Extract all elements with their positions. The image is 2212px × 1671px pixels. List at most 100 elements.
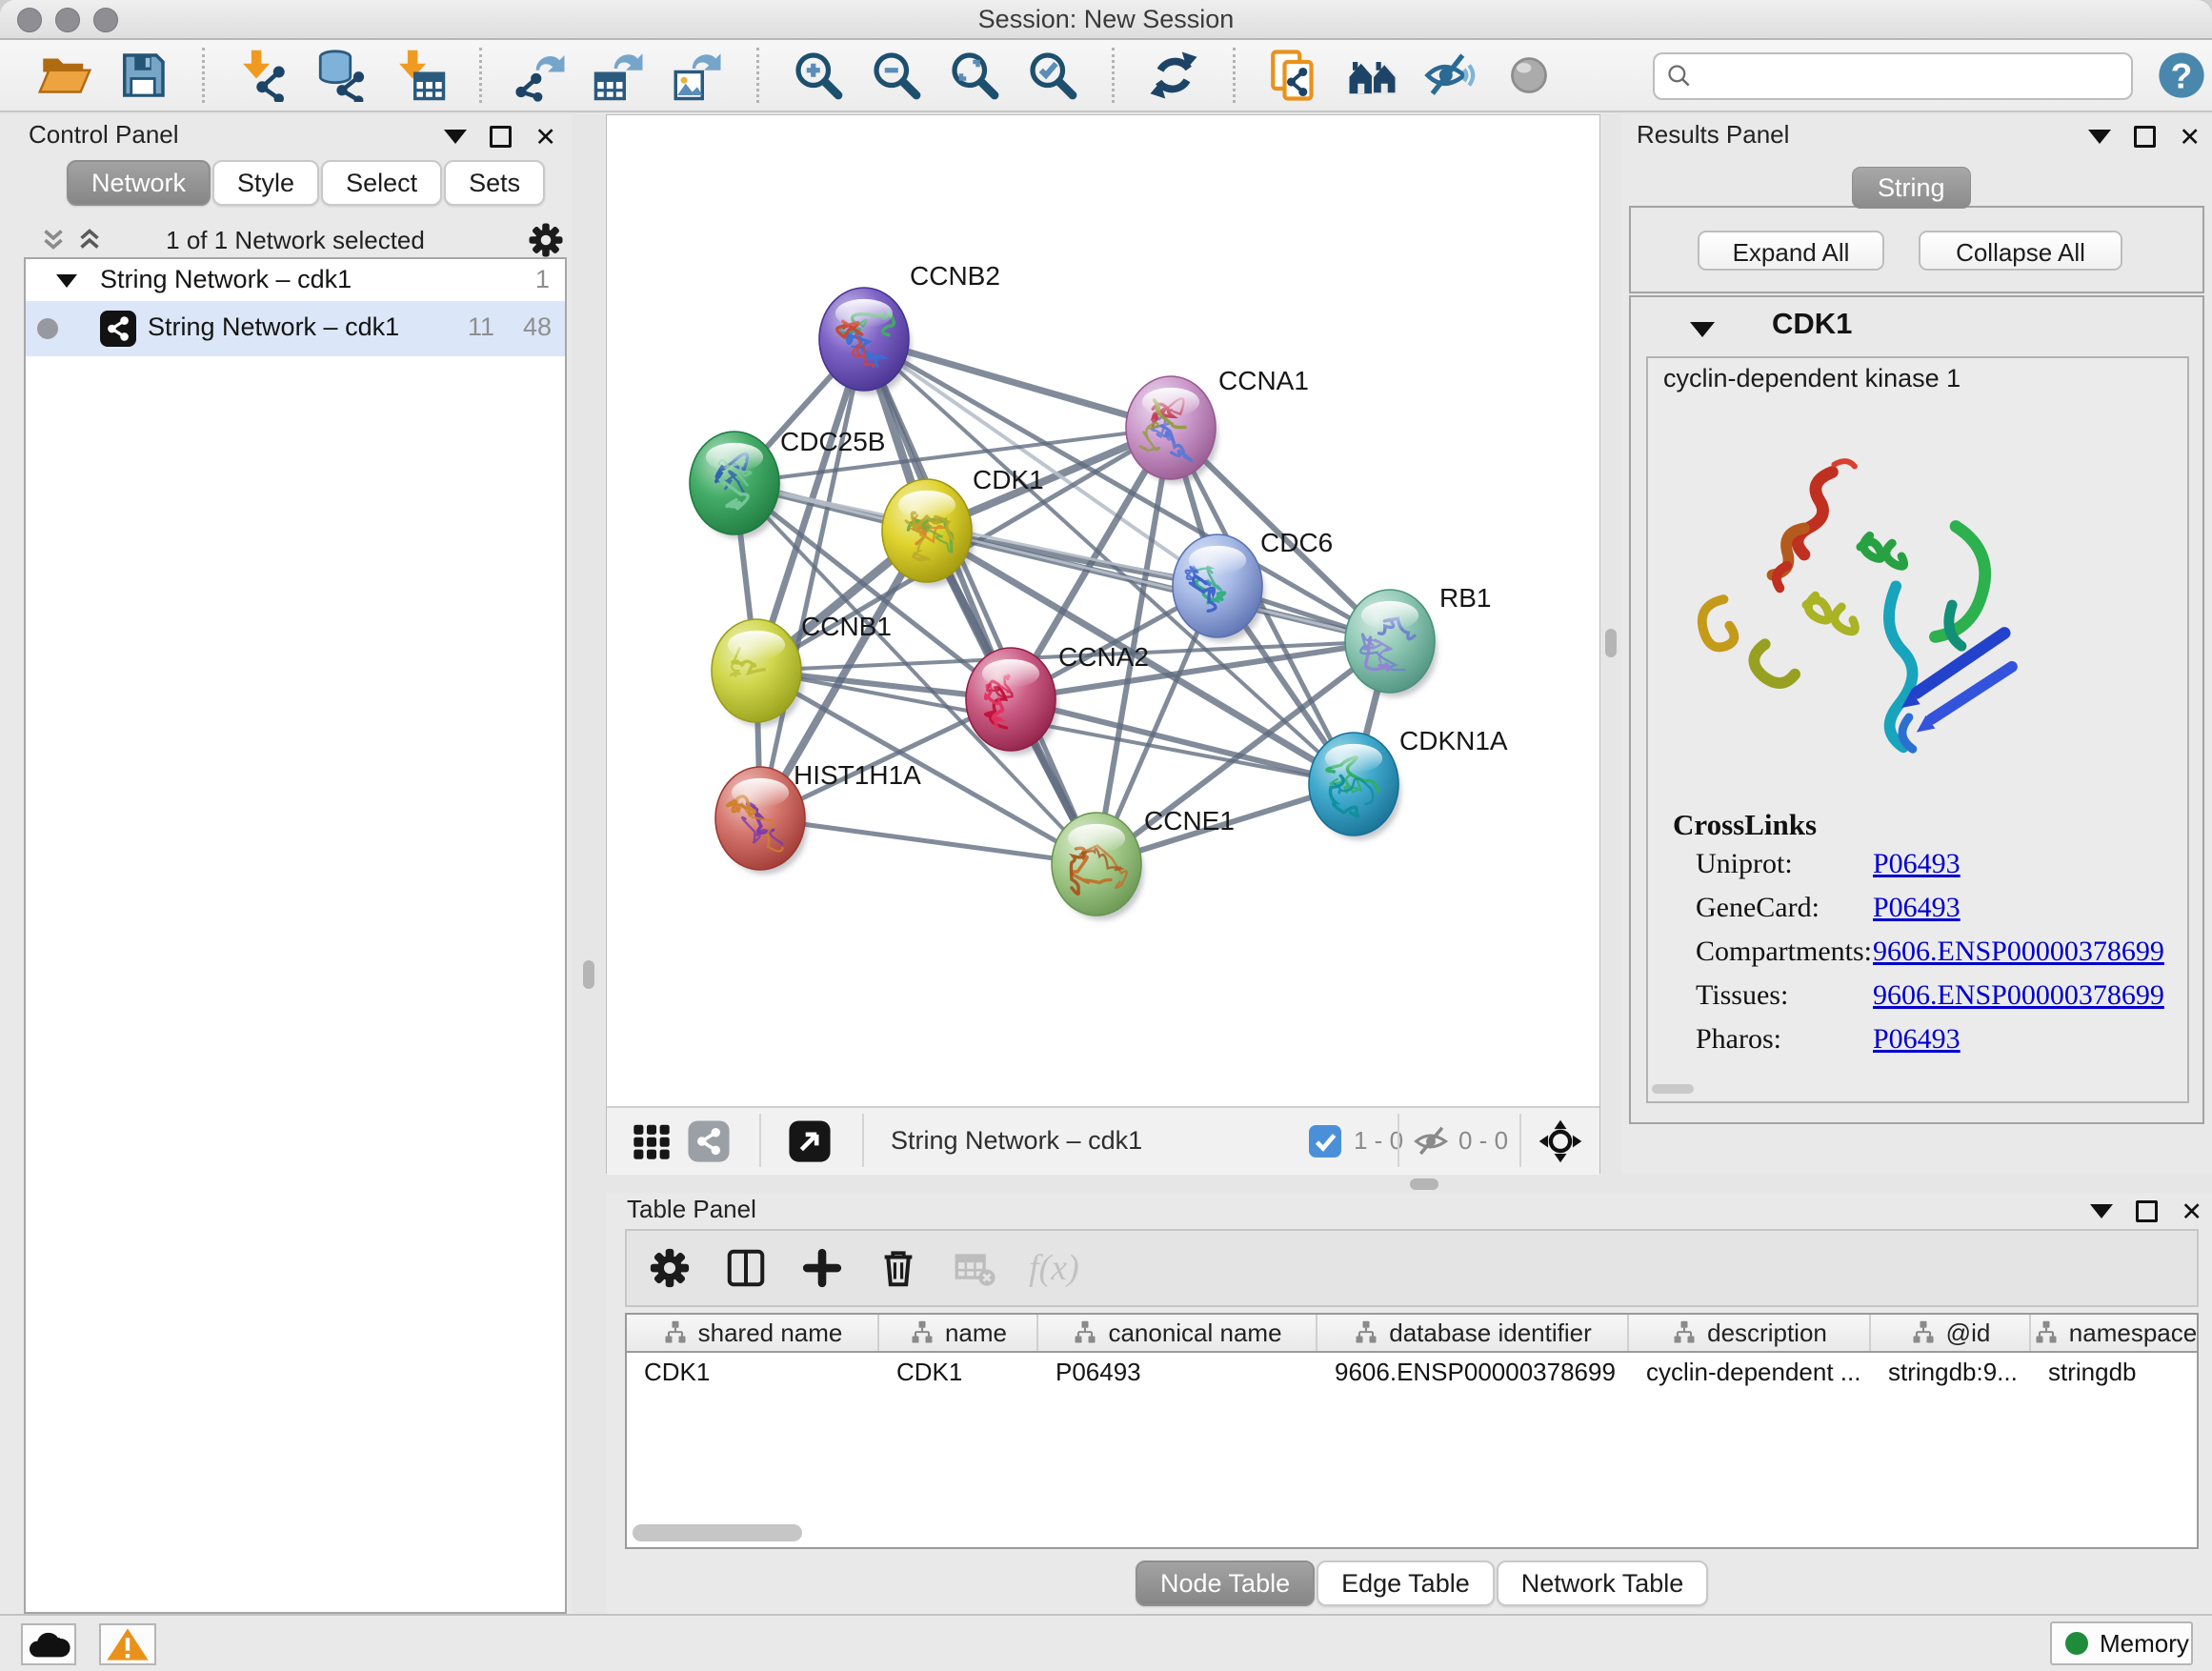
create-column-icon[interactable] xyxy=(800,1246,844,1290)
panel-menu-icon[interactable] xyxy=(2088,130,2111,144)
tab-string[interactable]: String xyxy=(1852,167,1971,209)
protein-structure-image xyxy=(1675,446,2031,764)
column-header-shared-name[interactable]: shared name xyxy=(627,1315,879,1351)
crosslink-link[interactable]: P06493 xyxy=(1873,892,1961,924)
bottom-splitter[interactable] xyxy=(606,1174,2212,1193)
node-label-CDC6: CDC6 xyxy=(1260,528,1333,557)
export-image-icon[interactable] xyxy=(671,49,724,102)
collapse-all-button[interactable]: Collapse All xyxy=(1919,231,2122,271)
table-horizontal-scrollbar[interactable] xyxy=(633,1524,802,1541)
export-network-icon[interactable] xyxy=(514,49,568,102)
network-canvas[interactable]: CCNB2CCNA1CDC25BCDK1CDC6RB1CCNB1CCNA2CDK… xyxy=(607,115,1599,1106)
collection-expand-icon[interactable] xyxy=(56,274,77,288)
panel-close-icon[interactable]: ✕ xyxy=(2181,1202,2202,1221)
help-icon[interactable]: ? xyxy=(2156,50,2207,101)
hide-selected-icon[interactable] xyxy=(1424,49,1478,102)
open-session-icon[interactable] xyxy=(38,49,91,102)
left-splitter[interactable] xyxy=(572,114,606,1174)
column-header-canonical-name[interactable]: canonical name xyxy=(1038,1315,1317,1351)
column-header-label: description xyxy=(1707,1319,1827,1348)
card-scrollbar[interactable] xyxy=(1652,1084,1694,1094)
zoom-out-icon[interactable] xyxy=(870,49,923,102)
column-type-icon xyxy=(662,1319,689,1346)
crosslink-link[interactable]: P06493 xyxy=(1873,1023,1961,1056)
right-splitter[interactable] xyxy=(1600,114,1621,1174)
column-header-database-identifier[interactable]: database identifier xyxy=(1317,1315,1629,1351)
entry-collapse-icon[interactable] xyxy=(1690,322,1715,337)
tab-select[interactable]: Select xyxy=(321,160,442,206)
panel-close-icon[interactable]: ✕ xyxy=(2179,128,2201,147)
import-table-from-file-icon[interactable] xyxy=(393,49,447,102)
tab-network-table[interactable]: Network Table xyxy=(1497,1560,1709,1606)
tab-style[interactable]: Style xyxy=(212,160,319,206)
node-label-HIST1H1A: HIST1H1A xyxy=(794,760,921,790)
column-manager-icon[interactable] xyxy=(724,1246,768,1290)
network-to-clipboard-icon[interactable] xyxy=(1268,49,1321,102)
splitter-handle[interactable] xyxy=(1410,1178,1438,1190)
delete-table-icon[interactable] xyxy=(953,1246,996,1290)
delete-column-icon[interactable] xyxy=(876,1246,920,1290)
warnings-button[interactable] xyxy=(99,1623,156,1665)
selected-checkbox-icon[interactable] xyxy=(1309,1125,1341,1158)
network-collection-row[interactable]: String Network – cdk1 1 xyxy=(26,263,565,301)
node-table[interactable]: shared namenamecanonical namedatabase id… xyxy=(625,1313,2199,1549)
results-panel: Results Panel ✕ String Expand All Collap… xyxy=(1621,114,2212,1174)
current-network-name: String Network – cdk1 xyxy=(891,1108,1142,1173)
import-network-from-file-icon[interactable] xyxy=(237,49,291,102)
tab-network[interactable]: Network xyxy=(67,160,211,206)
toolbar-separator xyxy=(1233,48,1236,103)
tab-node-table[interactable]: Node Table xyxy=(1136,1560,1315,1606)
splitter-handle[interactable] xyxy=(583,960,594,989)
panel-float-icon[interactable] xyxy=(490,126,512,148)
table-row[interactable]: CDK1CDK1P064939606.ENSP00000378699cyclin… xyxy=(627,1353,2197,1391)
column-type-icon xyxy=(1353,1319,1379,1346)
memory-button[interactable]: Memory xyxy=(2050,1621,2193,1665)
crosslink-row: Uniprot:P06493 xyxy=(1648,848,2187,892)
network-edge-count: 48 xyxy=(523,312,552,342)
column-header-namespace[interactable]: namespace xyxy=(2031,1315,2199,1351)
search-input[interactable] xyxy=(1704,56,2118,94)
import-network-from-database-icon[interactable] xyxy=(315,49,369,102)
function-builder-icon[interactable]: f(x) xyxy=(1029,1247,1079,1289)
share-view-icon[interactable] xyxy=(687,1119,731,1163)
tab-edge-table[interactable]: Edge Table xyxy=(1317,1560,1495,1606)
show-hidden-icon[interactable] xyxy=(1502,49,1556,102)
zoom-selected-icon[interactable] xyxy=(1026,49,1079,102)
crosslink-link[interactable]: 9606.ENSP00000378699 xyxy=(1873,979,2164,1012)
crosslink-link[interactable]: P06493 xyxy=(1873,848,1961,880)
crosslink-link[interactable]: 9606.ENSP00000378699 xyxy=(1873,936,2164,968)
open-in-window-icon[interactable] xyxy=(788,1119,832,1163)
node-label-CDK1: CDK1 xyxy=(973,465,1044,494)
column-header-name[interactable]: name xyxy=(879,1315,1038,1351)
first-neighbors-icon[interactable] xyxy=(1346,49,1399,102)
tab-sets[interactable]: Sets xyxy=(444,160,545,206)
cloud-icon xyxy=(23,1625,74,1663)
search-icon xyxy=(1666,63,1693,90)
cloud-button[interactable] xyxy=(21,1623,76,1665)
network-row-selected[interactable]: String Network – cdk1 11 48 xyxy=(26,301,565,356)
panel-float-icon[interactable] xyxy=(2136,1200,2158,1222)
zoom-in-icon[interactable] xyxy=(792,49,845,102)
zoom-fit-icon[interactable] xyxy=(948,49,1001,102)
panel-menu-icon[interactable] xyxy=(444,130,467,144)
column-header-@id[interactable]: @id xyxy=(1871,1315,2031,1351)
crosshair-icon[interactable] xyxy=(1538,1119,1582,1163)
refresh-icon[interactable] xyxy=(1147,49,1200,102)
crosslink-row: GeneCard:P06493 xyxy=(1648,892,2187,936)
table-cell: cyclin-dependent ... xyxy=(1629,1353,1871,1391)
save-session-icon[interactable] xyxy=(116,49,170,102)
export-table-icon[interactable] xyxy=(593,49,646,102)
panel-float-icon[interactable] xyxy=(2134,126,2156,148)
hidden-eye-icon[interactable] xyxy=(1413,1123,1449,1159)
panel-menu-icon[interactable] xyxy=(2090,1204,2113,1218)
crosslink-row: Compartments:9606.ENSP00000378699 xyxy=(1648,936,2187,979)
current-network-indicator xyxy=(37,318,58,339)
panel-close-icon[interactable]: ✕ xyxy=(534,128,556,147)
expand-all-button[interactable]: Expand All xyxy=(1698,231,1884,271)
column-header-description[interactable]: description xyxy=(1629,1315,1871,1351)
splitter-handle[interactable] xyxy=(1605,629,1617,657)
table-settings-gear-icon[interactable] xyxy=(648,1246,692,1290)
network-label: String Network – cdk1 xyxy=(148,312,399,342)
grid-view-icon[interactable] xyxy=(630,1119,674,1163)
crosslink-label: Tissues: xyxy=(1696,979,1788,1012)
